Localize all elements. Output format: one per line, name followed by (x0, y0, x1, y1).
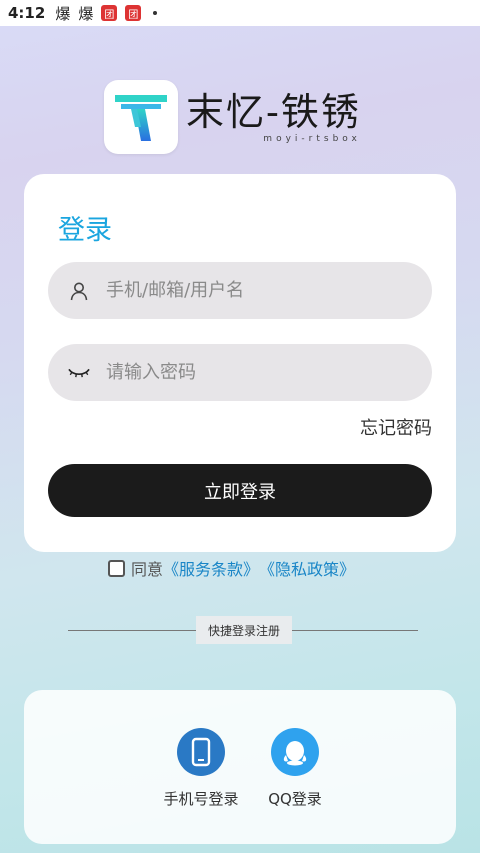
agree-checkbox[interactable] (108, 559, 125, 577)
terms-link[interactable]: 《服务条款》 (163, 556, 259, 580)
status-icon-2: 爆 (78, 4, 94, 23)
status-badge-1: 团 (101, 5, 118, 21)
qq-icon[interactable] (271, 728, 319, 776)
login-button[interactable]: 立即登录 (48, 464, 432, 517)
agreement-row: 同意 《服务条款》 《隐私政策》 (108, 556, 355, 580)
app-logo (104, 80, 178, 154)
status-dot-icon (153, 11, 158, 15)
brand-header: 末忆-铁锈 moyi-rtsbox (104, 80, 361, 154)
phone-login-label: 手机号登录 (163, 790, 239, 808)
phone-icon[interactable] (177, 728, 225, 776)
phone-login-option[interactable]: 手机号登录 (156, 728, 246, 809)
brand-subtitle: moyi-rtsbox (263, 134, 361, 144)
password-input[interactable] (106, 362, 406, 383)
status-time: 4:12 (8, 4, 46, 22)
forgot-password-link[interactable]: 忘记密码 (360, 414, 432, 440)
privacy-link[interactable]: 《隐私政策》 (259, 556, 355, 580)
username-input[interactable] (106, 280, 406, 301)
qq-login-label: QQ登录 (268, 790, 322, 808)
agree-label: 同意 (131, 560, 164, 579)
status-badge-2: 团 (125, 5, 142, 21)
brand-name: 末忆-铁锈 (186, 90, 361, 134)
username-field[interactable] (48, 262, 432, 319)
logo-t-icon (115, 95, 167, 141)
password-field[interactable] (48, 344, 432, 401)
quick-login-card: 手机号登录 QQ登录 (24, 690, 456, 844)
qq-login-option[interactable]: QQ登录 (250, 728, 340, 809)
login-title: 登录 (58, 215, 112, 246)
quick-login-label: 快捷登录注册 (196, 616, 292, 644)
eye-closed-icon[interactable] (68, 362, 90, 384)
status-icon-1: 爆 (55, 4, 71, 23)
user-icon (68, 280, 90, 302)
status-bar: 4:12 爆 爆 团 团 (0, 0, 480, 26)
quick-login-divider: 快捷登录注册 (68, 616, 418, 644)
login-card: 登录 忘记密码 立即登录 (24, 174, 456, 552)
